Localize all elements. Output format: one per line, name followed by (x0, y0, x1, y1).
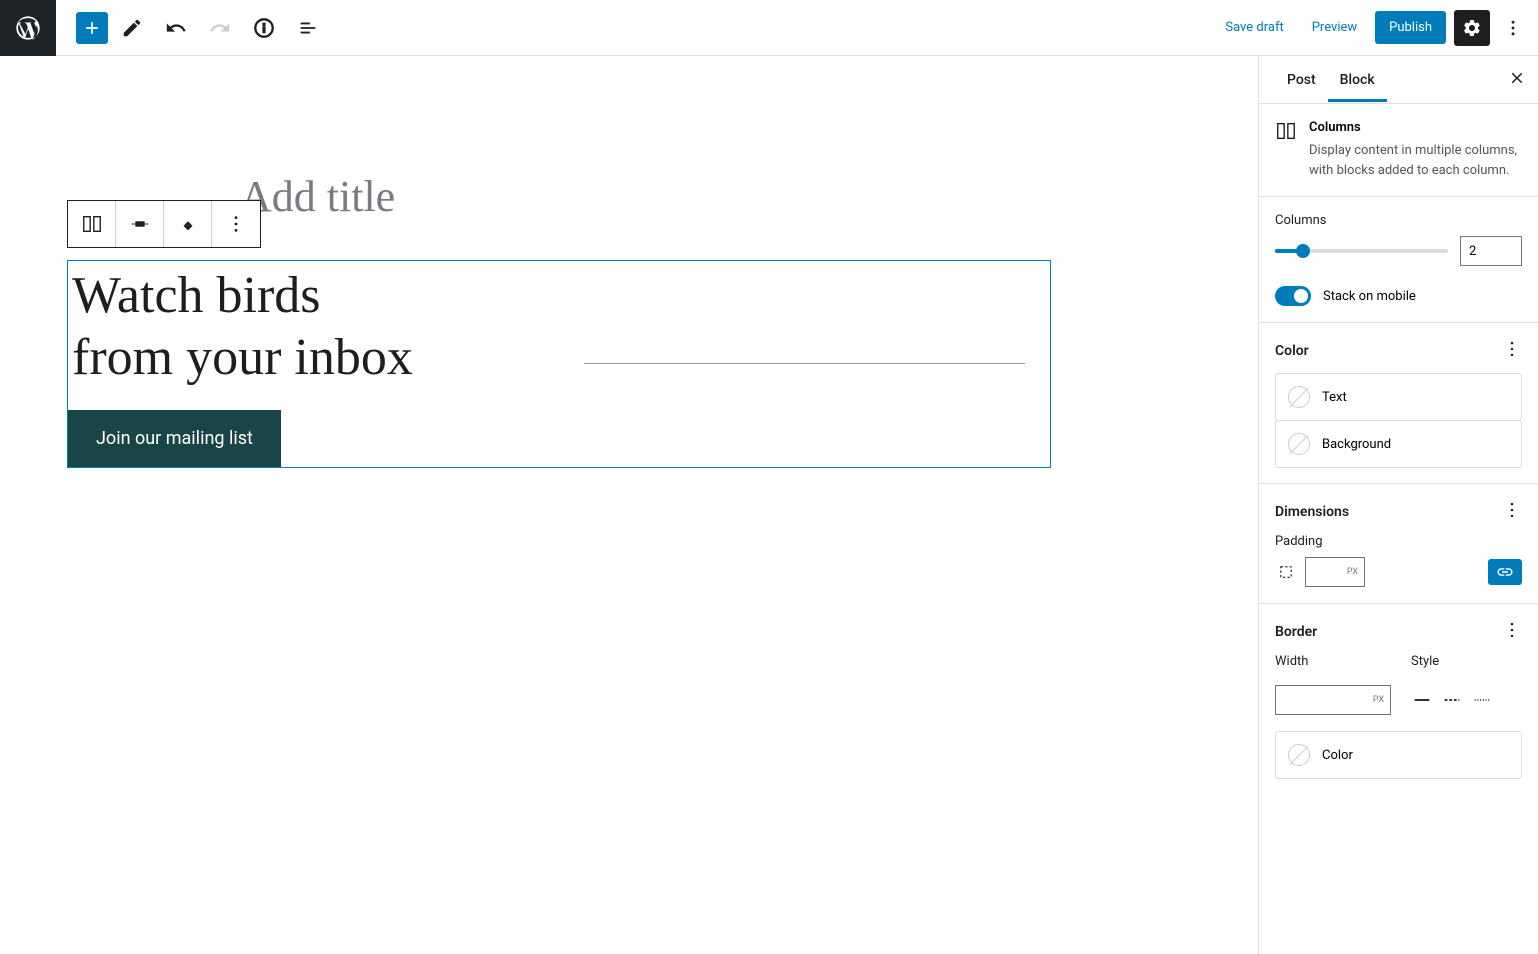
stack-mobile-toggle[interactable] (1275, 286, 1311, 306)
border-style-solid[interactable] (1411, 689, 1433, 711)
outline-button[interactable] (288, 8, 328, 48)
border-controls: Width PX Style (1275, 654, 1522, 715)
wordpress-logo[interactable] (0, 0, 56, 56)
border-width-label: Width (1275, 654, 1391, 669)
border-title: Border (1275, 624, 1317, 640)
border-color-swatch (1288, 744, 1310, 766)
text-color-button[interactable]: Text (1275, 373, 1522, 421)
tab-block[interactable]: Block (1328, 58, 1387, 102)
border-style-label: Style (1411, 654, 1493, 669)
columns-slider-row (1275, 236, 1522, 266)
block-type-button[interactable] (68, 201, 116, 247)
border-panel: Border Width PX Style (1259, 604, 1538, 794)
preview-button[interactable]: Preview (1302, 12, 1367, 43)
undo-button[interactable] (156, 8, 196, 48)
publish-button[interactable]: Publish (1375, 11, 1446, 44)
main-area: Add title Watch birds from your inbox Jo… (0, 56, 1538, 954)
edit-tool-button[interactable] (112, 8, 152, 48)
post-title-input[interactable]: Add title (240, 171, 395, 222)
close-sidebar-button[interactable] (1508, 69, 1526, 91)
columns-block[interactable]: Watch birds from your inbox Join our mai… (67, 260, 1051, 468)
padding-sides-button[interactable] (1275, 561, 1297, 583)
block-description: Display content in multiple columns, wit… (1309, 141, 1522, 180)
border-style-buttons (1411, 689, 1493, 711)
text-color-label: Text (1322, 390, 1347, 405)
block-more-button[interactable] (212, 201, 260, 247)
dimensions-panel: Dimensions Padding PX (1259, 484, 1538, 604)
heading-block[interactable]: Watch birds from your inbox (68, 261, 559, 390)
padding-row: PX (1275, 557, 1522, 587)
color-panel: Color Text Background (1259, 323, 1538, 484)
columns-input[interactable] (1460, 236, 1522, 266)
border-style-dotted[interactable] (1471, 689, 1493, 711)
border-style-dashed[interactable] (1441, 689, 1463, 711)
background-color-swatch (1288, 433, 1310, 455)
block-name: Columns (1309, 120, 1522, 135)
settings-sidebar: Post Block Columns Display content in mu… (1258, 56, 1538, 954)
column-1[interactable]: Watch birds from your inbox Join our mai… (68, 261, 559, 467)
add-block-button[interactable] (76, 12, 108, 44)
settings-button[interactable] (1454, 10, 1490, 46)
color-panel-title: Color (1275, 343, 1309, 359)
save-draft-button[interactable]: Save draft (1215, 12, 1293, 43)
background-color-button[interactable]: Background (1275, 420, 1522, 468)
link-sides-button[interactable] (1488, 559, 1522, 585)
more-options-button[interactable] (1498, 10, 1528, 46)
border-color-label: Color (1322, 748, 1353, 763)
toolbar-tools (56, 8, 328, 48)
stack-mobile-label: Stack on mobile (1323, 289, 1416, 304)
border-width-input[interactable]: PX (1275, 685, 1391, 715)
border-color-button[interactable]: Color (1275, 731, 1522, 779)
text-color-swatch (1288, 386, 1310, 408)
columns-label: Columns (1275, 213, 1522, 228)
block-toolbar (67, 200, 261, 248)
padding-label: Padding (1275, 534, 1522, 549)
columns-slider[interactable] (1275, 249, 1448, 253)
tab-post[interactable]: Post (1275, 58, 1328, 102)
column-2[interactable] (559, 261, 1051, 467)
info-button[interactable] (244, 8, 284, 48)
dimensions-options[interactable] (1502, 500, 1522, 524)
background-color-label: Background (1322, 437, 1391, 452)
block-info-panel: Columns Display content in multiple colu… (1259, 104, 1538, 197)
editor-canvas: Add title Watch birds from your inbox Jo… (0, 56, 1258, 954)
slider-thumb[interactable] (1296, 244, 1310, 258)
padding-input[interactable]: PX (1305, 557, 1365, 587)
redo-button[interactable] (200, 8, 240, 48)
sidebar-tabs: Post Block (1259, 56, 1538, 104)
columns-panel: Columns Stack on mobile (1259, 197, 1538, 323)
separator-block[interactable] (584, 363, 1025, 364)
toolbar-left (0, 0, 328, 55)
columns-icon (1275, 120, 1297, 180)
align-button[interactable] (116, 201, 164, 247)
cta-button[interactable]: Join our mailing list (68, 410, 281, 467)
toolbar-right: Save draft Preview Publish (1215, 0, 1538, 55)
border-options[interactable] (1502, 620, 1522, 644)
stack-toggle-row: Stack on mobile (1275, 286, 1522, 306)
block-info-text: Columns Display content in multiple colu… (1309, 120, 1522, 180)
dimensions-title: Dimensions (1275, 504, 1349, 520)
color-panel-options[interactable] (1502, 339, 1522, 363)
top-toolbar: Save draft Preview Publish (0, 0, 1538, 56)
move-button[interactable] (164, 201, 212, 247)
